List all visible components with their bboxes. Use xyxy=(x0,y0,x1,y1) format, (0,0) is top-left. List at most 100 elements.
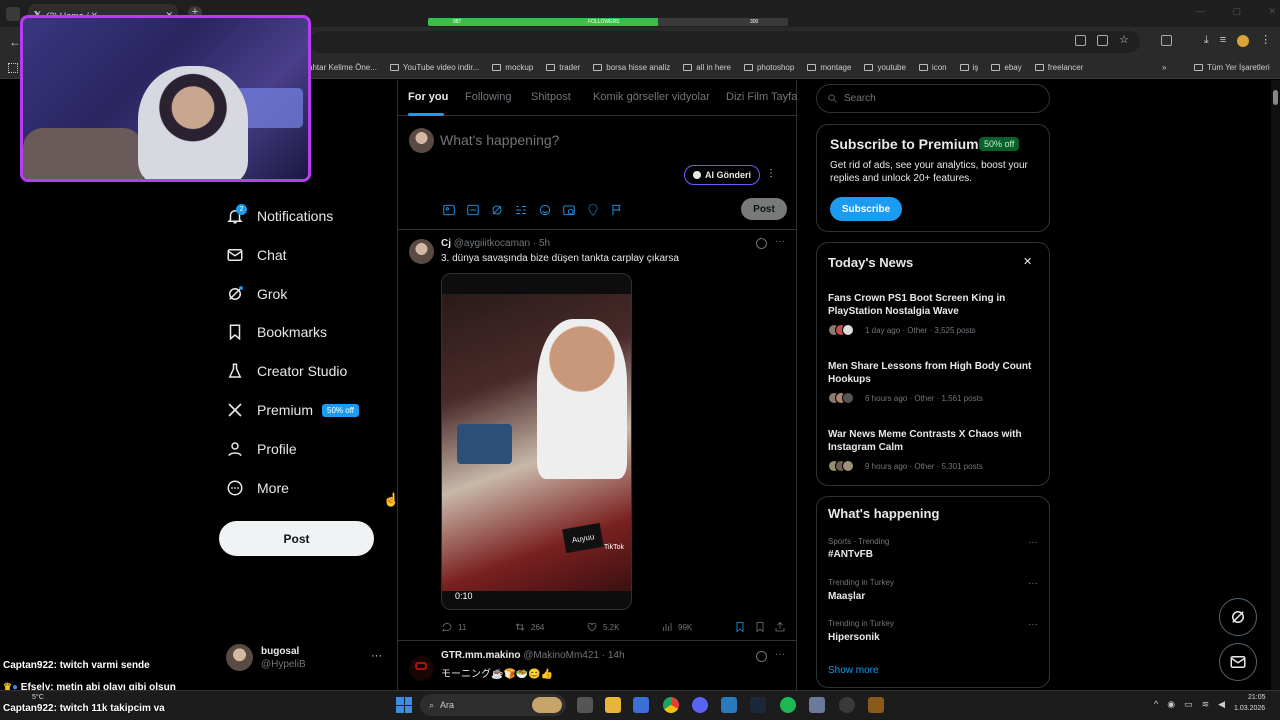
bookmark-item[interactable]: ebay xyxy=(991,63,1022,72)
tray-chevron-icon[interactable]: ^ xyxy=(1154,699,1158,710)
bookmark-item[interactable]: photoshop xyxy=(743,63,794,72)
views-action[interactable]: 99K xyxy=(661,621,692,633)
folder-app-icon[interactable] xyxy=(605,697,621,713)
ai-post-button[interactable]: AI Gönderi xyxy=(684,165,760,185)
taskbar-app-icon[interactable] xyxy=(577,697,593,713)
tweet-card[interactable]: Cj @aygiiitkocaman · 5h ··· 3. dünya sav… xyxy=(398,230,796,640)
poll-icon[interactable] xyxy=(514,203,528,217)
like-action[interactable]: 5.2K xyxy=(586,621,619,633)
repost-action[interactable]: 264 xyxy=(514,621,544,633)
taskbar-app-icon[interactable] xyxy=(839,697,855,713)
mic-icon[interactable]: ◉ xyxy=(1167,699,1175,710)
taskbar-app-icon[interactable] xyxy=(532,697,562,713)
gif-icon[interactable] xyxy=(466,203,480,217)
wifi-icon[interactable]: ≋ xyxy=(1202,699,1210,710)
bookmark-item[interactable]: YouTube video indir... xyxy=(389,63,479,72)
tweet-video[interactable]: Auyuu TikTok 0:10 xyxy=(441,273,632,610)
bookmark-item[interactable]: all in here xyxy=(683,63,731,72)
share-icon[interactable] xyxy=(774,621,786,633)
nav-chat[interactable]: Chat xyxy=(226,241,287,269)
nav-more[interactable]: More xyxy=(226,474,289,502)
volume-icon[interactable]: ◀ xyxy=(1218,699,1225,710)
translate-icon[interactable] xyxy=(1075,35,1086,46)
bookmark-item[interactable]: ahtar Kelime Öne... xyxy=(308,63,377,72)
compose-input[interactable] xyxy=(440,130,770,150)
tweet-avatar[interactable] xyxy=(409,239,434,264)
reply-action[interactable]: 11 xyxy=(441,621,466,633)
taskbar-app-icon[interactable] xyxy=(809,697,825,713)
trend-more-icon[interactable]: ··· xyxy=(1028,537,1038,548)
apps-icon[interactable] xyxy=(8,62,18,73)
store-app-icon[interactable] xyxy=(633,697,649,713)
nav-notifications[interactable]: 2 Notifications xyxy=(226,202,333,230)
composer-post-button[interactable]: Post xyxy=(741,198,787,220)
spotify-app-icon[interactable] xyxy=(780,697,796,713)
account-switcher[interactable]: bugosal @HypeliB ··· xyxy=(226,643,386,673)
address-field[interactable] xyxy=(310,31,1140,53)
nav-bookmarks[interactable]: Bookmarks xyxy=(226,318,327,346)
nav-creator-studio[interactable]: Creator Studio xyxy=(226,357,347,385)
bookmark-item[interactable]: trader xyxy=(546,63,580,72)
bookmark-item[interactable]: montage xyxy=(807,63,851,72)
maximize-icon[interactable]: ▢ xyxy=(1232,6,1241,18)
tweet-author-name[interactable]: Cj xyxy=(441,238,451,249)
bookmarks-overflow-icon[interactable]: » xyxy=(1162,63,1166,72)
emoji-icon[interactable] xyxy=(538,203,552,217)
tab-dizi-film[interactable]: Dizi Film Tayfa xyxy=(726,91,797,103)
menu-icon[interactable]: ⋮ xyxy=(1260,35,1271,47)
tweet-avatar[interactable] xyxy=(409,656,434,681)
install-icon[interactable] xyxy=(1097,35,1108,46)
window-close-icon[interactable]: ✕ xyxy=(1268,6,1276,18)
media-icon[interactable]: ≡ xyxy=(1220,35,1226,47)
display-icon[interactable]: ▭ xyxy=(1184,699,1193,710)
messages-float-button[interactable] xyxy=(1219,643,1257,681)
chrome-app-icon[interactable] xyxy=(663,697,679,713)
scrollbar-thumb[interactable] xyxy=(1273,90,1278,105)
tweet-author-name[interactable]: GTR.mm.makino xyxy=(441,650,520,661)
start-button[interactable] xyxy=(396,697,412,713)
tab-following[interactable]: Following xyxy=(465,91,511,103)
all-bookmarks-link[interactable]: Tüm Yer İşaretleri xyxy=(1194,63,1270,72)
bookmark-item[interactable]: icon xyxy=(918,63,947,72)
tweet-author-handle[interactable]: @aygiiitkocaman xyxy=(454,238,530,249)
composer-more-icon[interactable]: ⋮ xyxy=(766,168,776,179)
bookmark-item[interactable]: youtube xyxy=(864,63,906,72)
trend-more-icon[interactable]: ··· xyxy=(1028,619,1038,630)
location-icon[interactable] xyxy=(586,203,600,217)
grok-bookmark-icon[interactable] xyxy=(734,621,746,633)
tweet-more-icon[interactable]: ··· xyxy=(775,649,785,660)
star-icon[interactable]: ☆ xyxy=(1119,35,1129,47)
clock-time[interactable]: 21:05 xyxy=(1248,694,1266,701)
tweet-author-handle[interactable]: @MakinoMm421 xyxy=(523,650,599,661)
download-icon[interactable]: ⤓ xyxy=(1204,35,1209,47)
bookmark-item[interactable]: borsa hisse analiz xyxy=(593,63,670,72)
grok-compose-icon[interactable] xyxy=(490,203,504,217)
clock-date[interactable]: 1.03.2026 xyxy=(1234,705,1265,712)
close-icon[interactable]: ✕ xyxy=(1023,255,1032,268)
search-input[interactable] xyxy=(844,93,1034,104)
tab-list-icon[interactable] xyxy=(6,7,20,21)
nav-grok[interactable]: Grok xyxy=(226,280,287,308)
tweet-time[interactable]: · 14h xyxy=(602,650,625,661)
nav-premium[interactable]: Premium 50% off xyxy=(226,396,359,424)
bookmark-item[interactable]: freelancer xyxy=(1034,63,1083,72)
extensions-icon[interactable] xyxy=(1160,35,1172,46)
grok-explain-icon[interactable] xyxy=(756,651,767,662)
show-more-link[interactable]: Show more xyxy=(828,665,879,676)
tab-shitpost[interactable]: Shitpost xyxy=(531,91,571,103)
grok-float-button[interactable] xyxy=(1219,598,1257,636)
steam-app-icon[interactable] xyxy=(750,697,766,713)
trend-more-icon[interactable]: ··· xyxy=(1028,578,1038,589)
flag-icon[interactable] xyxy=(610,203,624,217)
bookmark-item[interactable]: iş xyxy=(959,63,978,72)
nav-profile[interactable]: Profile xyxy=(226,435,297,463)
profile-avatar-icon[interactable] xyxy=(1237,35,1250,47)
bookmark-item[interactable]: mockup xyxy=(492,63,533,72)
tweet-time[interactable]: · 5h xyxy=(533,238,550,249)
account-menu-icon[interactable]: ··· xyxy=(371,650,382,662)
grok-explain-icon[interactable] xyxy=(756,238,767,249)
taskbar-app-icon[interactable] xyxy=(868,697,884,713)
page-scrollbar[interactable] xyxy=(1271,80,1280,690)
tab-komik[interactable]: Komik görseller vidyolar xyxy=(593,91,710,103)
bookmark-action-icon[interactable] xyxy=(754,621,766,633)
